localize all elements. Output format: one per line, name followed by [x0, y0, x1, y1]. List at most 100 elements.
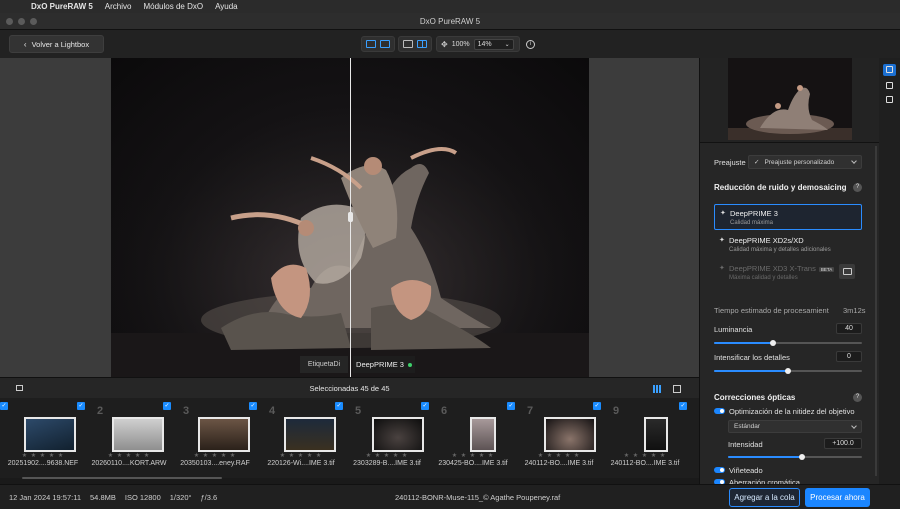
rating-stars[interactable]: ★ ★ ★ ★ ★: [86, 452, 172, 459]
apple-icon[interactable]: [10, 2, 19, 11]
thumb-filename: 240112-BO....IME 3.tif: [524, 460, 594, 467]
luminance-input[interactable]: 40: [836, 323, 862, 334]
sharpness-mode-select[interactable]: Estándar: [728, 420, 862, 433]
option-deepprime-3[interactable]: ✦ DeepPRIME 3 Calidad máxima: [714, 204, 862, 230]
rating-stars[interactable]: ★ ★ ★ ★ ★: [172, 452, 258, 459]
filmstrip-thumb[interactable]: 5 ✓ ★ ★ ★ ★ ★ 2303289-B....IME 3.tif: [344, 398, 430, 478]
capture-date: 12 Jan 2024 19:57:11: [9, 493, 82, 502]
thumbnail-image: [198, 417, 250, 452]
intensity-input[interactable]: +100.0: [824, 438, 862, 449]
checkbox-icon[interactable]: ✓: [249, 402, 257, 410]
filmstrip: ✓ ★ ★ ★ ★ ★ 20251902....9638.NEF ✓ 2 ✓ ★…: [0, 398, 699, 479]
option-deepprime-xd2s[interactable]: ✦ DeepPRIME XD2s/XD Calidad máxima y det…: [714, 232, 862, 258]
comment-icon[interactable]: [839, 264, 855, 279]
luminance-label: Luminancia: [714, 325, 753, 334]
filmstrip-header: Seleccionadas 45 de 45: [0, 377, 699, 398]
panel-scrollbar[interactable]: [875, 146, 877, 476]
aperture-value: ƒ/3.6: [200, 493, 218, 502]
checkbox-icon[interactable]: ✓: [679, 402, 687, 410]
menu-modulos[interactable]: Módulos de DxO: [143, 2, 203, 11]
checkbox-icon[interactable]: ✓: [335, 402, 343, 410]
menu-archivo[interactable]: Archivo: [105, 2, 132, 11]
beta-badge: BETA: [818, 266, 835, 272]
thumb-filename: 240112-BO....IME 3.tif: [610, 460, 680, 467]
vignetting-toggle[interactable]: [714, 467, 725, 473]
vignetting-label: Viñeteado: [729, 466, 763, 475]
rating-stars[interactable]: ★ ★ ★ ★ ★: [344, 452, 430, 459]
slider-knob[interactable]: [785, 368, 791, 374]
preset-label: Preajuste: [714, 158, 746, 167]
thumb-filename: 20350103....eney.RAF: [180, 460, 250, 467]
eyedropper-icon[interactable]: [883, 80, 896, 92]
checkbox-icon[interactable]: ✓: [507, 402, 515, 410]
intensity-label: Intensidad: [728, 440, 763, 449]
filmstrip-thumb[interactable]: 4 ✓ ★ ★ ★ ★ ★ 220126-Wi....IME 3.tif: [258, 398, 344, 478]
sparkle-icon: ✦: [719, 237, 725, 244]
processing-settings-icon[interactable]: [883, 64, 896, 76]
rating-stars[interactable]: ★ ★ ★ ★ ★: [258, 452, 344, 459]
checkbox-icon[interactable]: ✓: [77, 402, 85, 410]
thumb-filename: 220126-Wi....IME 3.tif: [267, 460, 335, 467]
filmstrip-scrollbar[interactable]: [22, 477, 222, 479]
minimize-window-button[interactable]: [18, 18, 25, 25]
checkbox-icon[interactable]: ✓: [421, 402, 429, 410]
chevron-down-icon: [851, 158, 857, 164]
thumb-number: 2: [97, 405, 104, 417]
thumb-filename: 20260110....KORT.ARW: [91, 460, 167, 467]
zoom-window-button[interactable]: [30, 18, 37, 25]
filmstrip-thumb[interactable]: 6 ✓ ★ ★ ★ ★ ★ 230425-BO....IME 3.tif: [430, 398, 516, 478]
help-icon[interactable]: ?: [853, 393, 862, 402]
details-slider[interactable]: [714, 368, 862, 374]
rating-stars[interactable]: ★ ★ ★ ★ ★: [516, 452, 602, 459]
filmstrip-thumb-selected[interactable]: 7 ✓ ★ ★ ★ ★ ★ 240112-BO....IME 3.tif: [516, 398, 602, 478]
add-to-queue-button[interactable]: Agregar a la cola: [729, 488, 800, 507]
time-label: Tiempo estimado de procesamient: [714, 306, 829, 315]
info-icon[interactable]: i: [526, 40, 535, 49]
filmstrip-thumb[interactable]: 3 ✓ ★ ★ ★ ★ ★ 20350103....eney.RAF: [172, 398, 258, 478]
image-adjust-icon[interactable]: [883, 94, 896, 106]
navigator-thumbnail: [728, 58, 852, 140]
filmstrip-view-icon[interactable]: [653, 385, 661, 393]
slider-knob[interactable]: [798, 454, 805, 460]
current-filename: 240112-BONR-Muse-115_© Agathe Poupeney.r…: [395, 493, 561, 502]
navigator-preview[interactable]: [728, 58, 852, 140]
preset-value: Preajuste personalizado: [764, 158, 835, 166]
checkbox-icon[interactable]: ✓: [593, 402, 601, 410]
filmstrip-thumb[interactable]: 2 ✓ ★ ★ ★ ★ ★ 20260110....KORT.ARW: [86, 398, 172, 478]
back-label: Volver a Lightbox: [31, 39, 90, 49]
zoom-group: ✥ 100% 14% ⌄: [436, 36, 520, 52]
menubar: DxO PureRAW 5 Archivo Módulos de DxO Ayu…: [0, 0, 900, 13]
help-icon[interactable]: ?: [853, 183, 862, 192]
split-compare-icon[interactable]: [417, 40, 427, 48]
split-handle[interactable]: [348, 212, 353, 222]
preset-select[interactable]: ✓ Preajuste personalizado: [748, 155, 862, 169]
zoom-select[interactable]: 14% ⌄: [473, 38, 514, 50]
single-view-icon[interactable]: [366, 40, 376, 48]
filmstrip-thumb[interactable]: 9 ✓ ★ ★ ★ ★ ★ 240112-BO....IME 3.tif: [602, 398, 688, 478]
before-view-icon[interactable]: [403, 40, 413, 48]
thumb-number: 4: [269, 405, 276, 417]
thumbnail-image: [112, 417, 164, 452]
zoom-100-button[interactable]: 100%: [452, 41, 470, 48]
intensity-slider[interactable]: [728, 454, 862, 460]
process-now-button[interactable]: Procesar ahora: [805, 488, 870, 507]
sharpness-toggle[interactable]: [714, 408, 725, 414]
chevron-left-icon: ‹: [23, 39, 27, 49]
menu-app-name[interactable]: DxO PureRAW 5: [31, 2, 93, 11]
checkbox-icon[interactable]: ✓: [163, 402, 171, 410]
menu-ayuda[interactable]: Ayuda: [215, 2, 238, 11]
grid-view-icon[interactable]: [673, 385, 681, 393]
rating-stars[interactable]: ★ ★ ★ ★ ★: [602, 452, 688, 459]
move-icon[interactable]: ✥: [441, 40, 448, 49]
zoom-value: 14%: [477, 40, 492, 48]
rating-stars[interactable]: ★ ★ ★ ★ ★: [430, 452, 516, 459]
window-titlebar: DxO PureRAW 5: [0, 13, 900, 30]
thumb-number: 5: [355, 405, 362, 417]
close-window-button[interactable]: [6, 18, 13, 25]
side-panel-view-icon[interactable]: [380, 40, 390, 48]
luminance-slider[interactable]: [714, 340, 862, 346]
details-input[interactable]: 0: [836, 351, 862, 362]
thumbnail-image: [284, 417, 336, 452]
optical-heading: Correcciones ópticas: [714, 393, 796, 402]
back-to-lightbox-button[interactable]: ‹ Volver a Lightbox: [9, 35, 104, 53]
